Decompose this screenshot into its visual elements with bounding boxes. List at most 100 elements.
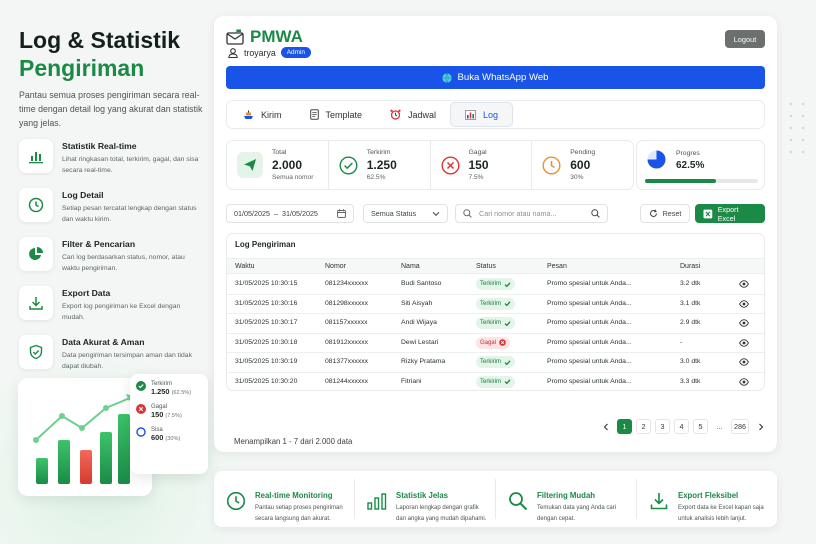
pagination-ellipsis: ... <box>716 422 723 431</box>
bar-chart-icon <box>19 139 53 173</box>
refresh-icon <box>649 209 657 217</box>
status-text: Terkirim <box>480 320 501 326</box>
hero-title-line2: Pengiriman <box>19 55 145 81</box>
table-row: 31/05/2025 10:30:19 081377xxxxxx Rizky Pra… <box>227 353 764 373</box>
search-icon <box>591 209 600 218</box>
page-button[interactable]: 3 <box>655 419 670 434</box>
stat-sub: 62.5% <box>366 174 386 181</box>
mini-stat-failed: Gagal 150 (7.5%) <box>136 404 202 419</box>
tab-jadwal[interactable]: Jadwal <box>376 102 450 127</box>
open-whatsapp-web-button[interactable]: Buka WhatsApp Web <box>226 66 765 89</box>
mini-stat-value: 1.250 <box>151 387 170 396</box>
stat-value: 2.000 <box>272 158 303 172</box>
status-text: Terkirim <box>480 300 501 307</box>
status-badge: Terkirim <box>476 278 515 290</box>
feature-title: Export Data <box>62 288 111 298</box>
tab-log[interactable]: Log <box>450 102 514 127</box>
clock-icon <box>19 188 53 222</box>
bottom-feature: Filtering Mudah Temukan data yang Anda ca… <box>496 479 637 522</box>
export-excel-button[interactable]: Export Excel <box>695 204 765 223</box>
date-range-picker[interactable]: 01/05/2025 – 31/05/2025 <box>226 204 354 223</box>
feature-desc: Setiap pesan tercatat lengkap dengan sta… <box>62 205 197 223</box>
download-icon <box>650 493 668 510</box>
cell-number: 081377xxxxxx <box>325 358 369 365</box>
cell-duration: 3.0 dtk <box>680 358 701 365</box>
cell-number: 081912xxxxxx <box>325 338 369 346</box>
logout-button[interactable]: Logout <box>725 30 765 48</box>
cell-duration: 3.1 dtk <box>680 299 701 307</box>
column-header: Durasi <box>680 263 701 270</box>
bottom-feature-desc: Temukan data yang Anda cari dengan cepat… <box>537 505 617 522</box>
status-badge: Terkirim <box>476 317 515 329</box>
view-detail-icon[interactable] <box>739 377 749 388</box>
column-header: Pesan <box>547 263 567 270</box>
mini-stat-pct: (62.5%) <box>171 390 192 396</box>
page-button[interactable]: 4 <box>674 419 689 434</box>
reset-button[interactable]: Reset <box>640 204 690 223</box>
view-detail-icon[interactable] <box>739 358 749 368</box>
excel-icon <box>703 209 713 218</box>
feature-item: Filter & Pencarian Cari log berdasarkan s… <box>19 237 204 277</box>
view-detail-icon[interactable] <box>739 280 749 290</box>
stats-summary: Total 2.000 Semua nomor Terkirim 1.250 62.5%… <box>226 140 634 190</box>
illustration-mini-stats: Terkirim 1.250 (62.5%) Gagal 150 (7.5%) Si… <box>130 374 208 474</box>
search-input[interactable]: Cari nomor atau nama... <box>455 204 608 223</box>
page-button[interactable]: 5 <box>693 419 708 434</box>
ship-icon <box>244 110 253 119</box>
hero-title-line1: Log & Statistik <box>19 27 181 53</box>
feature-title: Log Detail <box>62 190 104 200</box>
page-button[interactable]: 286 <box>731 419 749 434</box>
column-header: Nomor <box>325 263 347 270</box>
status-select[interactable]: Semua Status <box>363 204 448 223</box>
bottom-feature-bar: Real-time Monitoring Pantau setiap proses… <box>214 471 777 527</box>
cell-number: 081234xxxxxx <box>325 280 369 287</box>
status-badge: Terkirim <box>476 356 515 368</box>
tab-kirim[interactable]: Kirim <box>229 102 296 127</box>
feature-item: Statistik Real-time Lihat ringkasan total… <box>19 139 204 179</box>
stat-label: Gagal <box>468 149 487 156</box>
cell-time: 31/05/2025 10:30:19 <box>235 358 298 365</box>
prev-page-button[interactable] <box>598 419 613 434</box>
feature-item: Export Data Export log pengiriman ke Exce… <box>19 286 204 326</box>
progress-label: Progres <box>676 150 700 157</box>
user-info: troyarya Admin <box>228 47 311 58</box>
export-excel-label: Export Excel <box>717 204 739 223</box>
cell-duration: 2.9 dtk <box>680 319 701 326</box>
tab-label: Jadwal <box>408 109 437 120</box>
table-title: Log Pengiriman <box>235 240 296 249</box>
progress-value: 62.5% <box>676 160 705 171</box>
cell-name: Andi Wijaya <box>401 319 437 326</box>
x-circle-icon <box>440 155 460 175</box>
stat-pending: Pending 600 30% <box>532 141 633 189</box>
check-circle-icon <box>339 155 358 175</box>
page-button[interactable]: 1 <box>617 419 632 434</box>
feature-desc: Export log pengiriman ke Excel dengan mu… <box>62 303 181 321</box>
bottom-feature-title: Export Fleksibel <box>678 491 739 500</box>
cell-message: Promo spesial untuk Anda... <box>547 299 632 307</box>
tab-label: Log <box>483 109 499 120</box>
username: troyarya <box>244 47 276 58</box>
stat-label: Terkirim <box>366 149 391 156</box>
view-detail-icon[interactable] <box>739 319 749 329</box>
bottom-feature-title: Real-time Monitoring <box>255 491 333 500</box>
circle-icon <box>136 427 146 437</box>
status-text: Terkirim <box>480 378 501 385</box>
next-page-button[interactable] <box>753 419 768 434</box>
stat-label: Pending <box>570 149 596 156</box>
cell-time: 31/05/2025 10:30:15 <box>235 280 298 287</box>
brand: PMWA <box>226 27 303 47</box>
page-button[interactable]: 2 <box>636 419 651 434</box>
view-detail-icon[interactable] <box>739 299 749 310</box>
x-circle-icon <box>499 339 506 346</box>
pie-chart-icon <box>19 237 53 271</box>
tab-template[interactable]: Template <box>296 102 377 127</box>
cell-message: Promo spesial untuk Anda... <box>547 358 632 365</box>
mini-stat-value: 150 <box>151 410 164 419</box>
status-badge: Terkirim <box>476 297 515 310</box>
progress-bar <box>645 179 758 183</box>
dots-decoration <box>789 102 805 154</box>
table-row: 31/05/2025 10:30:16 081298xxxxxx Siti Aisy… <box>227 295 764 314</box>
stat-value: 150 <box>468 158 489 172</box>
mini-stat-value: 600 <box>151 433 164 442</box>
view-detail-icon[interactable] <box>739 338 749 349</box>
